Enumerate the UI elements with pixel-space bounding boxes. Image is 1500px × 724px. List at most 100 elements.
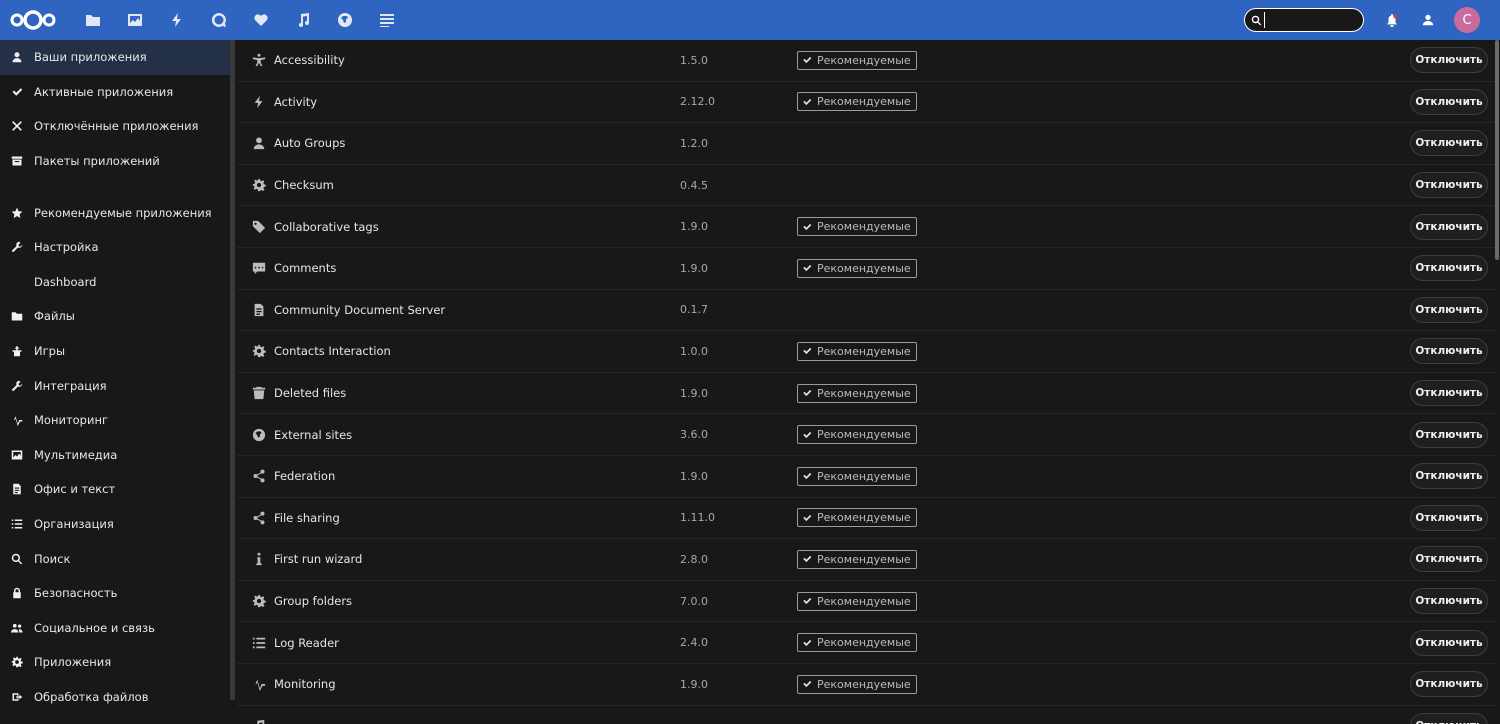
recommended-badge: Рекомендуемые [797, 425, 917, 445]
app-name[interactable]: First run wizard [274, 552, 362, 566]
nav-app-favorites[interactable] [240, 0, 282, 40]
nav-app-web[interactable] [324, 0, 366, 40]
sidebar-item[interactable]: Интеграция [0, 368, 231, 403]
nav-app-talk[interactable] [198, 0, 240, 40]
sidebar-item[interactable]: Отключённые приложения [0, 109, 231, 144]
recommended-badge: Рекомендуемые [797, 383, 917, 403]
disable-button[interactable]: Отключить [1410, 213, 1488, 240]
sidebar-item[interactable]: Социальное и связь [0, 611, 231, 646]
disable-button[interactable]: Отключить [1410, 588, 1488, 615]
sidebar-item[interactable]: Игры [0, 334, 231, 369]
accessibility-icon [252, 53, 266, 67]
list-icon [11, 519, 23, 529]
disable-button[interactable]: Отключить [1410, 712, 1488, 724]
disable-button[interactable]: Отключить [1410, 296, 1488, 323]
search-input[interactable] [1264, 12, 1358, 28]
disable-button[interactable]: Отключить [1410, 172, 1488, 199]
app-name[interactable]: External sites [274, 428, 352, 442]
search-field[interactable] [1244, 8, 1364, 32]
app-version: 7.0.0 [680, 594, 708, 608]
contacts-menu-button[interactable] [1410, 0, 1446, 40]
nav-app-music[interactable] [282, 0, 324, 40]
sidebar-item-label: Игры [34, 344, 66, 359]
user-avatar[interactable]: C [1454, 7, 1480, 33]
nav-app-photos[interactable] [114, 0, 156, 40]
app-name[interactable]: Checksum [274, 178, 334, 192]
gear-icon [247, 178, 271, 192]
recommended-label: Рекомендуемые [817, 386, 911, 400]
sidebar-item-label: Мультимедиа [34, 447, 118, 462]
nav-app-notes[interactable] [366, 0, 408, 40]
app-name[interactable]: Contacts Interaction [274, 344, 391, 358]
disable-button[interactable]: Отключить [1410, 421, 1488, 448]
disable-button[interactable]: Отключить [1410, 671, 1488, 698]
app-name[interactable]: File sharing [274, 511, 340, 525]
share-icon [253, 511, 265, 525]
disable-button[interactable]: Отключить [1410, 463, 1488, 490]
disable-button[interactable]: Отключить [1410, 130, 1488, 157]
sidebar-item-label: Dashboard [34, 274, 97, 289]
sidebar-item[interactable]: Dashboard [0, 265, 231, 300]
recommended-label: Рекомендуемые [817, 220, 911, 234]
disable-button[interactable]: Отключить [1410, 255, 1488, 282]
nextcloud-logo[interactable] [8, 8, 58, 32]
sidebar-item[interactable]: Ваши приложения [0, 40, 231, 75]
sidebar-item[interactable]: Мультимедиа [0, 438, 231, 473]
recommended-label: Рекомендуемые [817, 594, 911, 608]
app-name[interactable]: Community Document Server [274, 303, 445, 317]
notifications-button[interactable] [1374, 0, 1410, 40]
disable-button[interactable]: Отключить [1410, 338, 1488, 365]
disable-button[interactable]: Отключить [1410, 380, 1488, 407]
close-icon [10, 119, 24, 133]
recommended-badge: Рекомендуемые [797, 591, 917, 611]
nav-app-activity[interactable] [156, 0, 198, 40]
app-name[interactable]: Federation [274, 469, 335, 483]
sidebar-item[interactable]: Настройка [0, 230, 231, 265]
disable-button[interactable]: Отключить [1410, 47, 1488, 74]
app-name[interactable]: Collaborative tags [274, 220, 379, 234]
app-name[interactable]: Accessibility [274, 53, 345, 67]
recommended-label: Рекомендуемые [817, 469, 911, 483]
nav-app-files[interactable] [72, 0, 114, 40]
app-name[interactable]: Activity [274, 95, 317, 109]
check-icon [803, 597, 812, 605]
sidebar-item[interactable]: Файлы [0, 299, 231, 334]
app-name[interactable]: Group folders [274, 594, 352, 608]
disable-button[interactable]: Отключить [1410, 504, 1488, 531]
disable-button[interactable]: Отключить [1410, 546, 1488, 573]
app-name[interactable]: Monitoring [274, 677, 336, 691]
document-icon [247, 303, 271, 317]
sidebar-item[interactable]: Пакеты приложений [0, 144, 231, 179]
app-row: Community Document Server 0.1.7 Отключить [237, 290, 1497, 332]
document-icon [10, 482, 24, 496]
disable-button[interactable]: Отключить [1410, 88, 1488, 115]
music-icon [257, 719, 265, 724]
sidebar-item[interactable]: Обработка файлов [0, 680, 231, 715]
sidebar-item[interactable]: Рекомендуемые приложения [0, 195, 231, 230]
user-icon [10, 50, 24, 64]
gear-icon [247, 594, 271, 608]
sidebar-scrollbar[interactable] [230, 40, 235, 700]
app-name[interactable]: Deleted files [274, 386, 346, 400]
app-name[interactable]: Auto Groups [274, 136, 345, 150]
sidebar-item[interactable]: Приложения [0, 645, 231, 680]
main-scrollbar[interactable] [1495, 40, 1499, 260]
files-icon [86, 15, 100, 26]
talk-icon [211, 12, 226, 27]
gear-icon [11, 657, 23, 668]
sidebar-item-label: Ваши приложения [34, 50, 147, 65]
app-version: 2.12.0 [680, 95, 715, 109]
app-name[interactable]: Comments [274, 261, 336, 275]
disable-button[interactable]: Отключить [1410, 629, 1488, 656]
sidebar-item[interactable]: Организация [0, 507, 231, 542]
sidebar-item[interactable]: Офис и текст [0, 472, 231, 507]
sidebar-item[interactable]: Поиск [0, 541, 231, 576]
sidebar-item[interactable]: Мониторинг [0, 403, 231, 438]
document-icon [13, 484, 21, 495]
sidebar-item[interactable]: Активные приложения [0, 75, 231, 110]
app-version: 1.9.0 [680, 469, 708, 483]
sidebar-item[interactable]: Безопасность [0, 576, 231, 611]
recommended-badge: Рекомендуемые [797, 92, 917, 112]
app-name[interactable]: Log Reader [274, 636, 339, 650]
sidebar-item-label: Поиск [34, 551, 71, 566]
